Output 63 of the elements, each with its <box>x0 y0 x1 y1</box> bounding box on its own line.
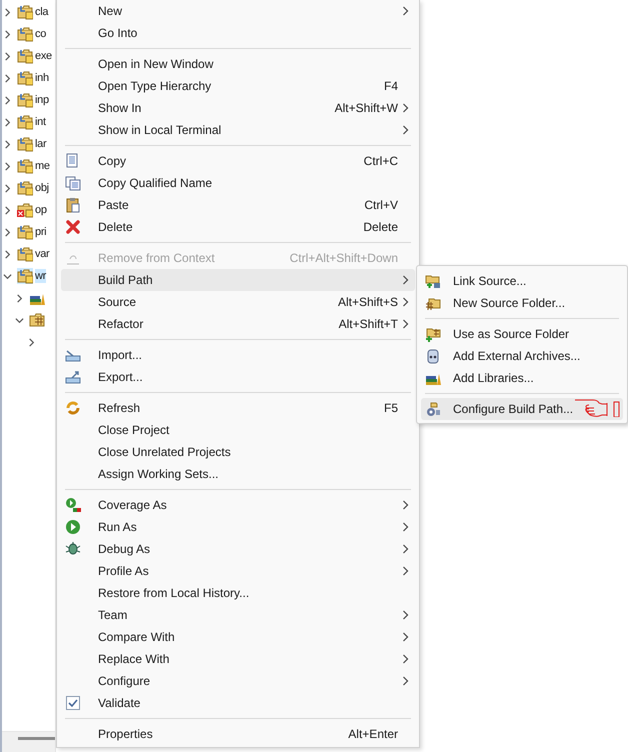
clipboard-icon <box>65 197 81 213</box>
refresh-icon <box>65 400 81 416</box>
menu-item[interactable]: New Source Folder... <box>421 292 623 314</box>
tree-item[interactable]: obj <box>35 181 49 195</box>
menu-item[interactable]: Assign Working Sets... <box>61 463 415 485</box>
menu-item[interactable]: Compare With <box>61 626 415 648</box>
run-icon <box>65 519 81 535</box>
menu-item[interactable]: Profile As <box>61 560 415 582</box>
menu-item[interactable]: Properties Alt+Enter <box>61 723 415 745</box>
menu-item[interactable]: Delete Delete <box>61 216 415 238</box>
menu-item[interactable]: Coverage As <box>61 494 415 516</box>
menu-item[interactable]: Go Into <box>61 22 415 44</box>
menu-item[interactable]: Configure Build Path... <box>421 398 623 420</box>
tree-item[interactable]: wr <box>35 269 46 283</box>
link-folder-icon <box>425 273 441 289</box>
tree-item[interactable]: inh <box>35 71 49 85</box>
menu-item[interactable]: Restore from Local History... <box>61 582 415 604</box>
menu-item[interactable]: Use as Source Folder <box>421 323 623 345</box>
menu-item[interactable]: Refresh F5 <box>61 397 415 419</box>
export-icon <box>65 369 81 385</box>
menu-item[interactable]: Source Alt+Shift+S <box>61 291 415 313</box>
tree-item[interactable]: var <box>35 247 50 261</box>
menu-item[interactable]: Show in Local Terminal <box>61 119 415 141</box>
copy-icon <box>65 175 81 191</box>
tree-item[interactable]: me <box>35 159 50 173</box>
tree-item[interactable]: inp <box>35 93 49 107</box>
tree-item[interactable]: int <box>35 115 46 129</box>
menu-item[interactable]: Configure <box>61 670 415 692</box>
menu-item[interactable]: Run As <box>61 516 415 538</box>
tree-item[interactable]: co <box>35 27 46 41</box>
menu-item[interactable]: Show In Alt+Shift+W <box>61 97 415 119</box>
horizontal-scrollbar[interactable] <box>2 731 55 752</box>
menu-item[interactable]: Copy Qualified Name <box>61 172 415 194</box>
scroll-thumb[interactable] <box>18 737 55 740</box>
menu-item[interactable]: Paste Ctrl+V <box>61 194 415 216</box>
menu-item[interactable]: Close Unrelated Projects <box>61 441 415 463</box>
menu-item[interactable]: Debug As <box>61 538 415 560</box>
checkbox-icon <box>65 695 81 711</box>
menu-item[interactable]: Export... <box>61 366 415 388</box>
menu-item[interactable]: Refactor Alt+Shift+T <box>61 313 415 335</box>
menu-item[interactable]: Team <box>61 604 415 626</box>
tree-item[interactable]: exe <box>35 49 52 63</box>
coverage-icon <box>65 497 81 513</box>
menu-item[interactable]: Import... <box>61 344 415 366</box>
jar-icon <box>425 348 441 364</box>
menu-item[interactable]: Open in New Window <box>61 53 415 75</box>
menu-item[interactable]: Link Source... <box>421 270 623 292</box>
menu-item[interactable]: New <box>61 0 415 22</box>
folder-icon <box>425 326 441 342</box>
menu-item[interactable]: Replace With <box>61 648 415 670</box>
tree-item[interactable]: lar <box>35 137 46 151</box>
menu-item[interactable]: Close Project <box>61 419 415 441</box>
menu-item[interactable]: Add External Archives... <box>421 345 623 367</box>
menu-item[interactable]: Validate <box>61 692 415 714</box>
tree-item[interactable]: op <box>35 203 47 217</box>
tree-item[interactable]: pri <box>35 225 46 239</box>
tree-item[interactable]: cla <box>35 5 48 19</box>
delete-icon <box>65 219 81 235</box>
menu-item[interactable]: Open Type Hierarchy F4 <box>61 75 415 97</box>
menu-item[interactable]: Build Path <box>61 269 415 291</box>
menu-item[interactable]: Add Libraries... <box>421 367 623 389</box>
bug-icon <box>65 541 81 557</box>
menu-item[interactable]: Copy Ctrl+C <box>61 150 415 172</box>
